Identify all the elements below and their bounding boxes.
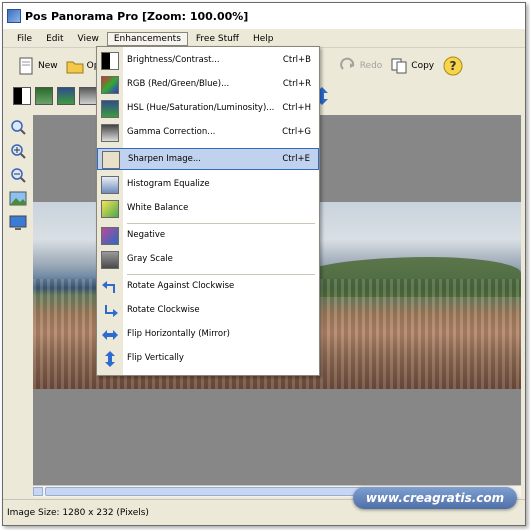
menu-item-label: White Balance	[127, 203, 189, 213]
brightness-tool-icon[interactable]	[13, 87, 31, 105]
menu-enhancements[interactable]: Enhancements	[106, 31, 188, 46]
status-image-size: Image Size: 1280 x 232 (Pixels)	[7, 507, 149, 518]
open-folder-icon	[66, 61, 84, 74]
menu-separator	[127, 223, 315, 224]
rgb-tool-icon[interactable]	[35, 87, 53, 105]
menu-item-label: Brightness/Contrast...	[127, 55, 220, 65]
help-question-icon: ?	[443, 56, 463, 76]
zoom-fit-icon[interactable]	[9, 118, 27, 136]
menu-item-shortcut: Ctrl+H	[282, 103, 311, 113]
brightness-contrast-icon	[101, 52, 119, 70]
left-tool-panel	[7, 115, 29, 255]
redo-button[interactable]: Redo	[335, 54, 387, 78]
menu-item-rgb[interactable]: RGB (Red/Green/Blue)... Ctrl+R	[97, 74, 319, 96]
copy-icon	[391, 58, 407, 74]
zoom-out-icon[interactable]	[9, 166, 27, 184]
menu-item-label: Rotate Clockwise	[127, 305, 200, 315]
menu-item-rotate-cw[interactable]: Rotate Clockwise	[97, 300, 319, 322]
menu-item-label: HSL (Hue/Saturation/Luminosity)...	[127, 103, 275, 113]
scroll-left-arrow[interactable]	[33, 487, 43, 496]
copy-button-label: Copy	[411, 61, 435, 71]
rotate-cw-icon	[105, 305, 118, 317]
menu-view[interactable]: View	[72, 33, 105, 45]
menu-item-gamma[interactable]: Gamma Correction... Ctrl+G	[97, 122, 319, 144]
negative-icon	[101, 227, 119, 245]
menu-item-brightness-contrast[interactable]: Brightness/Contrast... Ctrl+B	[97, 50, 319, 72]
menu-item-label: RGB (Red/Green/Blue)...	[127, 79, 230, 89]
help-button[interactable]: ?	[438, 54, 471, 78]
menu-item-rotate-ccw[interactable]: Rotate Against Clockwise	[97, 276, 319, 298]
rotate-ccw-icon	[102, 281, 115, 293]
menu-item-shortcut: Ctrl+B	[282, 55, 311, 65]
menu-edit[interactable]: Edit	[40, 33, 69, 45]
image-icon[interactable]	[9, 190, 27, 208]
flip-vertical-icon	[105, 351, 115, 367]
menu-help[interactable]: Help	[247, 33, 280, 45]
new-document-icon	[19, 57, 33, 75]
menu-item-white-balance[interactable]: White Balance	[97, 198, 319, 220]
monitor-icon[interactable]	[9, 214, 27, 232]
gamma-tool-icon[interactable]	[79, 87, 97, 105]
enhancements-dropdown: Brightness/Contrast... Ctrl+B RGB (Red/G…	[96, 46, 320, 376]
menu-item-label: Negative	[127, 230, 166, 240]
menu-item-label: Flip Horizontally (Mirror)	[127, 329, 230, 339]
redo-button-label: Redo	[359, 61, 383, 71]
zoom-in-icon[interactable]	[9, 142, 27, 160]
flip-horizontal-icon	[102, 330, 118, 340]
menu-file[interactable]: File	[11, 33, 38, 45]
hsl-tool-icon[interactable]	[57, 87, 75, 105]
gray-scale-icon	[101, 251, 119, 269]
title-bar: Pos Panorama Pro [Zoom: 100.00%]	[3, 3, 525, 29]
watermark-badge: www.creagratis.com	[353, 487, 517, 509]
menu-item-label: Gamma Correction...	[127, 127, 216, 137]
rgb-icon	[101, 76, 119, 94]
menu-item-negative[interactable]: Negative	[97, 225, 319, 247]
copy-button[interactable]: Copy	[386, 54, 438, 78]
menu-item-flip-vertical[interactable]: Flip Vertically	[97, 348, 319, 370]
new-button-label: New	[38, 61, 58, 71]
menu-item-label: Gray Scale	[127, 254, 173, 264]
menu-free-stuff[interactable]: Free Stuff	[190, 33, 245, 45]
svg-text:?: ?	[450, 59, 457, 73]
menu-item-histogram[interactable]: Histogram Equalize	[97, 174, 319, 196]
window-title: Pos Panorama Pro [Zoom: 100.00%]	[25, 9, 249, 23]
menu-item-shortcut: Ctrl+G	[282, 127, 311, 137]
menu-item-label: Sharpen Image...	[128, 154, 201, 164]
menu-item-gray-scale[interactable]: Gray Scale	[97, 249, 319, 271]
menu-item-sharpen[interactable]: Sharpen Image... Ctrl+E	[97, 148, 319, 170]
redo-icon	[339, 57, 354, 70]
menu-item-label: Rotate Against Clockwise	[127, 281, 235, 291]
app-icon	[7, 9, 21, 23]
menu-item-shortcut: Ctrl+E	[282, 154, 310, 164]
sharpen-icon	[102, 151, 120, 169]
gamma-icon	[101, 124, 119, 142]
new-button[interactable]: New	[13, 54, 62, 78]
menu-item-flip-horizontal[interactable]: Flip Horizontally (Mirror)	[97, 324, 319, 346]
menu-item-label: Flip Vertically	[127, 353, 184, 363]
white-balance-icon	[101, 200, 119, 218]
histogram-icon	[101, 176, 119, 194]
hsl-icon	[101, 100, 119, 118]
menu-item-hsl[interactable]: HSL (Hue/Saturation/Luminosity)... Ctrl+…	[97, 98, 319, 120]
menu-item-label: Histogram Equalize	[127, 179, 210, 189]
menu-item-shortcut: Ctrl+R	[282, 79, 311, 89]
menu-separator	[127, 274, 315, 275]
